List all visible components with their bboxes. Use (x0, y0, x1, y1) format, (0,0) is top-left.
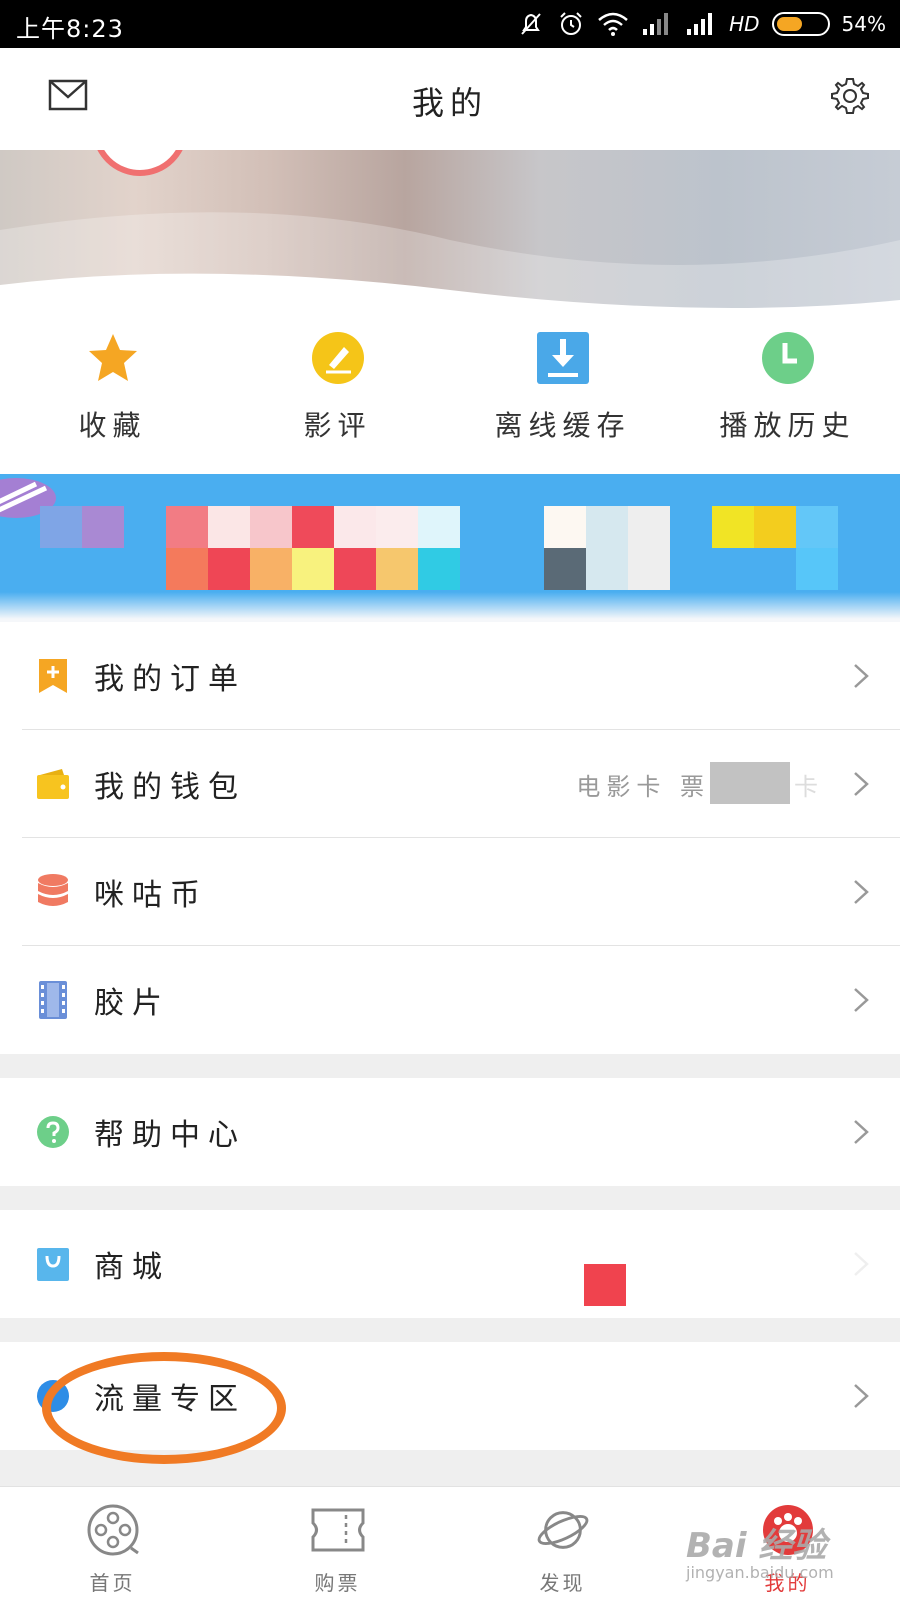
tab-home[interactable]: 首页 (0, 1487, 225, 1600)
signal-icon (643, 13, 669, 35)
menu-group-help: 帮助中心 (0, 1078, 900, 1186)
chevron-right-icon (854, 664, 869, 688)
film-icon (39, 981, 67, 1019)
menu-item-wallet[interactable]: 我的钱包 电影卡 票 卡 (0, 730, 900, 838)
wallet-icon (37, 769, 69, 799)
silent-icon (521, 13, 541, 35)
menu-item-help-center[interactable]: 帮助中心 (0, 1078, 900, 1186)
profile-banner (0, 150, 900, 320)
help-icon (37, 1116, 69, 1148)
section-divider (0, 1450, 900, 1486)
redacted-value (710, 762, 790, 804)
page-title: 我的 (411, 84, 488, 122)
wifi-icon (598, 12, 628, 36)
battery-percent: 54% (841, 12, 886, 36)
quick-action-reviews[interactable]: 影评 (225, 320, 450, 470)
ticket-icon (311, 1508, 364, 1552)
watermark-logo: Bai 经验 (686, 1526, 827, 1566)
wallet-summary: 电影卡 票 (576, 772, 710, 801)
menu-item-label: 我的订单 (94, 662, 246, 697)
menu-item-label: 商城 (94, 1250, 170, 1285)
quick-action-label: 离线缓存 (494, 409, 631, 442)
alarm-icon (560, 12, 582, 35)
tab-tickets[interactable]: 购票 (225, 1487, 450, 1600)
status-time: 上午8:23 (16, 15, 124, 43)
menu-item-data-zone[interactable]: 流量专区 (0, 1342, 900, 1450)
watermark-url: jingyan.baidu.com (686, 1563, 834, 1582)
menu-group-main: 我的订单 我的钱包 电影卡 票 卡 咪咕币 胶片 (0, 622, 900, 1054)
quick-action-label: 收藏 (78, 409, 147, 442)
planet-icon (537, 1511, 588, 1549)
star-icon (88, 334, 137, 381)
menu-item-label: 帮助中心 (94, 1118, 246, 1153)
film-reel-icon (87, 1504, 139, 1556)
battery-icon (771, 12, 830, 36)
menu-item-label: 流量专区 (94, 1382, 246, 1417)
shopping-bag-icon (37, 1248, 69, 1281)
network-type: HD (729, 12, 760, 36)
tab-label: 发现 (539, 1571, 586, 1595)
section-divider (0, 1318, 900, 1342)
quick-actions: 收藏 影评 离线缓存 播放历史 (0, 320, 900, 470)
pencil-icon (311, 332, 364, 384)
menu-item-film[interactable]: 胶片 (0, 946, 900, 1054)
download-icon (536, 332, 589, 384)
menu-item-label: 胶片 (94, 986, 170, 1021)
menu-item-mall[interactable]: 商城 (0, 1210, 900, 1318)
tab-label: 购票 (314, 1571, 361, 1595)
menu-item-migu-coins[interactable]: 咪咕币 (0, 838, 900, 946)
chevron-right-icon (854, 1120, 869, 1144)
coins-icon (38, 874, 68, 906)
menu-group-mall: 商城 (0, 1210, 900, 1318)
quick-action-favorites[interactable]: 收藏 (0, 320, 225, 470)
wallet-summary-suffix: 卡 (794, 772, 824, 801)
order-icon (39, 659, 67, 693)
section-divider (0, 1054, 900, 1078)
quick-action-label: 影评 (303, 409, 372, 442)
menu-item-label: 我的钱包 (94, 770, 246, 805)
tab-label: 首页 (89, 1571, 136, 1595)
watermark: Bai 经验 jingyan.baidu.com (686, 1518, 834, 1582)
quick-action-label: 播放历史 (719, 409, 856, 442)
menu-group-data: 流量专区 (0, 1342, 900, 1450)
chevron-right-icon (854, 1384, 869, 1408)
menu-item-label: 咪咕币 (94, 878, 208, 913)
status-bar: 上午8:23 HD 54% (0, 0, 900, 48)
chevron-right-icon (854, 880, 869, 904)
chevron-right-icon (854, 772, 869, 796)
quick-action-play-history[interactable]: 播放历史 (675, 320, 900, 470)
section-divider (0, 1186, 900, 1210)
chevron-right-icon (854, 988, 869, 1012)
menu-item-orders[interactable]: 我的订单 (0, 622, 900, 730)
signal-icon (687, 13, 713, 35)
banner-wave (0, 212, 900, 320)
chevron-right-icon (854, 1252, 869, 1276)
data-zone-icon (37, 1380, 69, 1412)
page-header: 我的 (0, 48, 900, 150)
clock-icon (761, 332, 814, 384)
redacted-promo (584, 1264, 626, 1306)
quick-action-offline-cache[interactable]: 离线缓存 (450, 320, 675, 470)
promo-banner[interactable] (0, 474, 900, 622)
tab-discover[interactable]: 发现 (450, 1487, 675, 1600)
gear-icon[interactable] (830, 76, 870, 116)
